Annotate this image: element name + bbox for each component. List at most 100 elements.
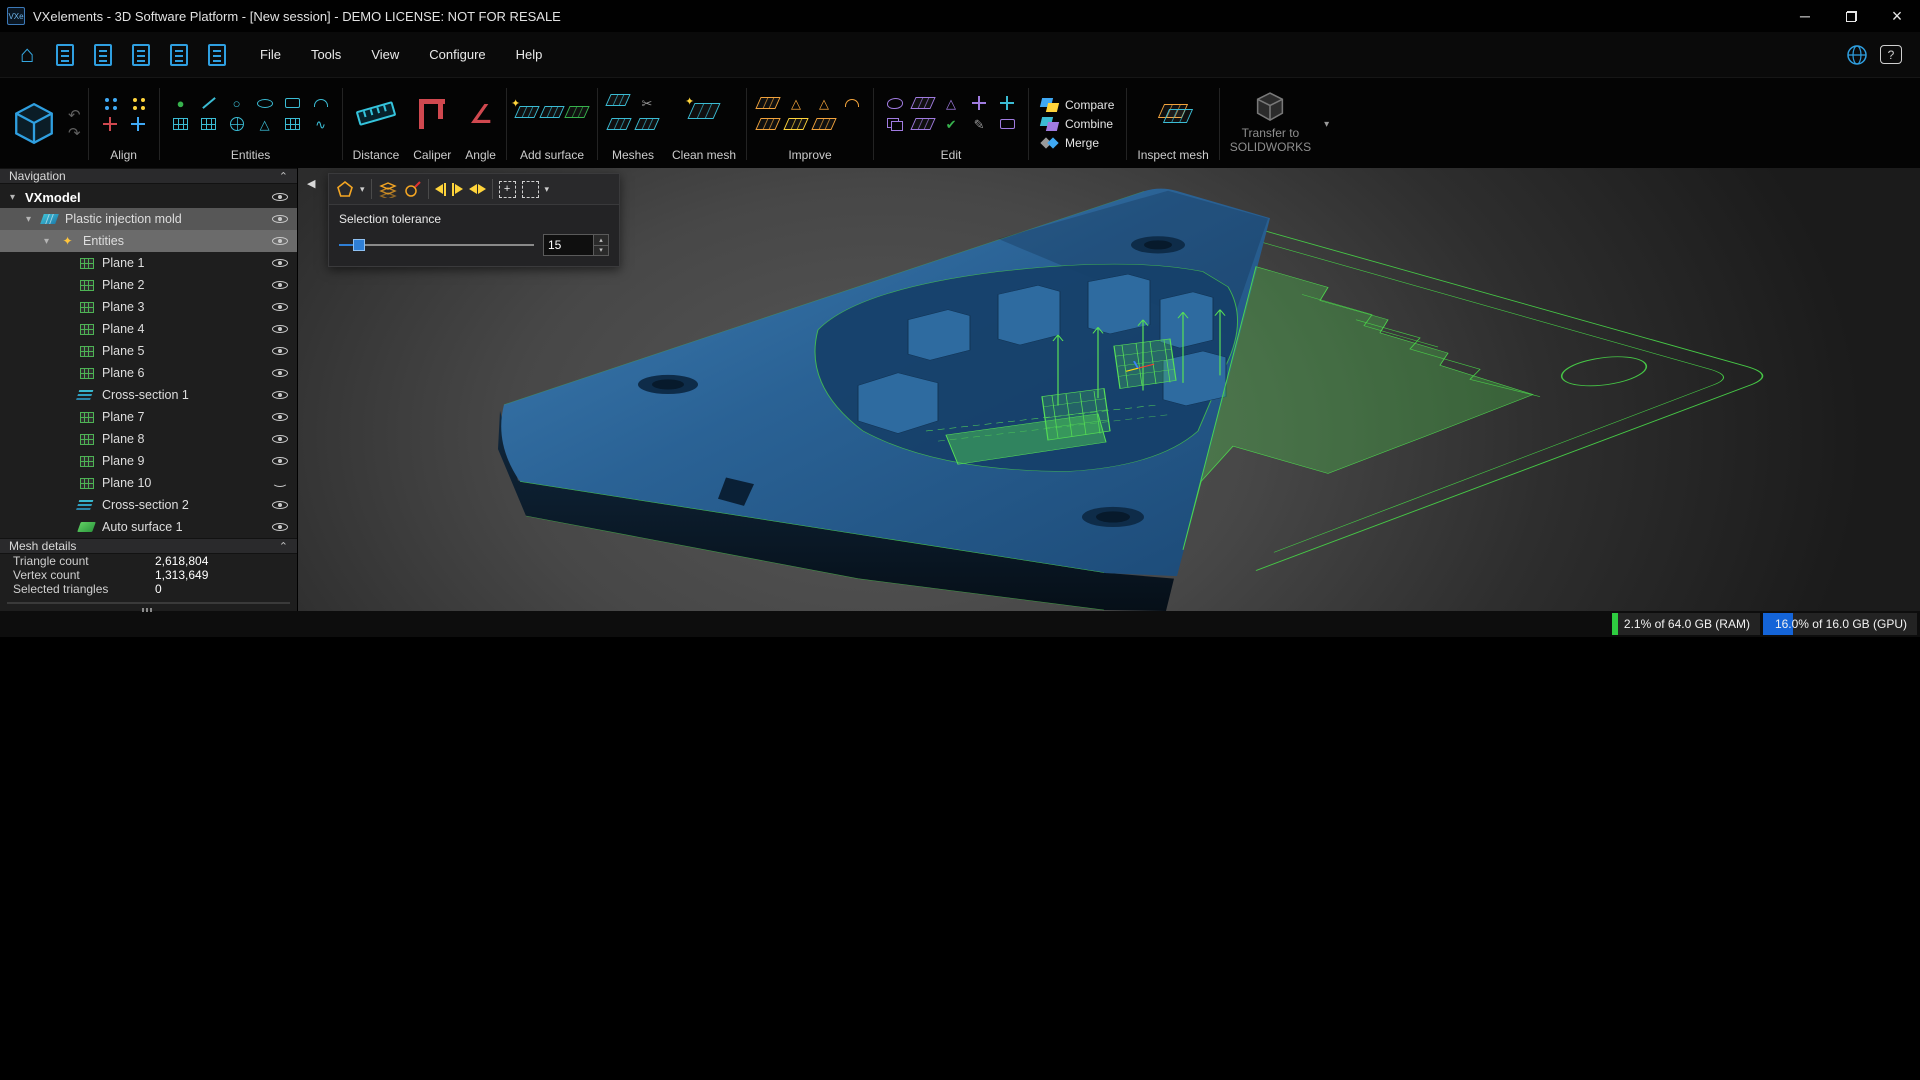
visibility-eye-icon[interactable]	[271, 344, 289, 358]
mesh-details-panel-header[interactable]: Mesh details ⌃	[0, 538, 297, 554]
tree-item-plane-1[interactable]: Plane 1	[0, 252, 297, 274]
point-entity-icon[interactable]: ●	[170, 94, 192, 112]
compare-button[interactable]: Compare	[1041, 98, 1114, 112]
visibility-eye-icon[interactable]	[271, 454, 289, 468]
new-session-button[interactable]	[48, 38, 82, 72]
toolbar-group-inspect-mesh[interactable]: Inspect mesh	[1130, 80, 1215, 168]
tree-item-plane-5[interactable]: Plane 5	[0, 340, 297, 362]
collapse-mesh-details-icon[interactable]: ⌃	[279, 540, 288, 553]
add-to-selection-icon[interactable]	[499, 181, 516, 198]
tree-item-plane-3[interactable]: Plane 3	[0, 296, 297, 318]
collapse-navigation-icon[interactable]: ⌃	[279, 170, 288, 183]
tree-item-plane-9[interactable]: Plane 9	[0, 450, 297, 472]
smooth-mesh-icon[interactable]	[757, 115, 779, 133]
collapse-sidebar-icon[interactable]: ◀	[307, 177, 315, 190]
visibility-eye-icon[interactable]	[271, 278, 289, 292]
visibility-eye-icon[interactable]	[271, 190, 289, 204]
save-session-as-button[interactable]	[162, 38, 196, 72]
selection-options-dropdown-icon[interactable]: ▾	[545, 184, 550, 195]
curve-entity-icon[interactable]: ∿	[310, 115, 332, 133]
visibility-eye-icon[interactable]	[271, 234, 289, 248]
plane-entity-icon[interactable]	[170, 115, 192, 133]
refine-icon[interactable]: △	[813, 94, 835, 112]
home-button[interactable]: ⌂	[10, 38, 44, 72]
flip-selection-left-icon[interactable]	[435, 183, 446, 196]
merge-button[interactable]: Merge	[1041, 136, 1114, 150]
save-session-button[interactable]	[124, 38, 158, 72]
expander-icon[interactable]: ▾	[44, 236, 59, 247]
help-bubble-icon[interactable]: ?	[1880, 45, 1902, 64]
tree-item-plane-4[interactable]: Plane 4	[0, 318, 297, 340]
align-best-fit-icon[interactable]	[99, 94, 121, 112]
tree-item-cross-section-2[interactable]: Cross-section 2	[0, 494, 297, 516]
vxmodel-module-button[interactable]	[4, 80, 64, 168]
tolerance-spin-down-icon[interactable]: ▾	[594, 245, 608, 256]
fill-holes-icon[interactable]	[757, 94, 779, 112]
visibility-eye-icon[interactable]	[271, 322, 289, 336]
navigation-panel-header[interactable]: Navigation ⌃	[0, 168, 297, 184]
menu-help[interactable]: Help	[516, 47, 543, 62]
menu-file[interactable]: File	[260, 47, 281, 62]
tree-item-cross-section-1[interactable]: Cross-section 1	[0, 384, 297, 406]
add-surface-green-icon[interactable]	[567, 105, 587, 123]
selection-tolerance-input[interactable]	[544, 235, 593, 255]
tree-item-plane-6[interactable]: Plane 6	[0, 362, 297, 384]
plane-edit-icon[interactable]	[996, 115, 1018, 133]
merge-mesh-icon[interactable]	[608, 115, 630, 133]
undo-icon[interactable]: ↶	[68, 108, 81, 123]
pencil-edit-icon[interactable]: ✎	[968, 115, 990, 133]
restore-button[interactable]	[1828, 0, 1874, 32]
visibility-eye-closed-icon[interactable]	[271, 476, 289, 490]
patch-edit-icon[interactable]	[912, 115, 934, 133]
tree-node-plastic-injection-mold[interactable]: ▾ Plastic injection mold	[0, 208, 297, 230]
expander-icon[interactable]: ▾	[26, 214, 41, 225]
tolerance-spin-up-icon[interactable]: ▴	[594, 235, 608, 245]
triangle-edit-icon[interactable]: △	[940, 94, 962, 112]
toolbar-group-angle[interactable]: ∠ Angle	[458, 80, 503, 168]
toolbar-group-clean-mesh[interactable]: ✦ Clean mesh	[665, 80, 743, 168]
viewport-3d[interactable]: ◀ ▾	[298, 168, 1920, 611]
rectangle-entity-icon[interactable]	[282, 94, 304, 112]
flip-selection-right-icon[interactable]	[452, 183, 463, 196]
visible-layers-selection-icon[interactable]	[378, 181, 398, 198]
validate-icon[interactable]: ✔	[940, 115, 962, 133]
sphere-entity-icon[interactable]	[226, 115, 248, 133]
align-edit-icon[interactable]	[996, 94, 1018, 112]
restore-session-button[interactable]	[200, 38, 234, 72]
visibility-eye-icon[interactable]	[271, 432, 289, 446]
defeature-icon[interactable]: △	[785, 94, 807, 112]
open-session-button[interactable]	[86, 38, 120, 72]
redo-icon[interactable]: ↷	[68, 126, 81, 141]
toolbar-group-caliper[interactable]: Caliper	[406, 80, 458, 168]
minimize-button[interactable]: ─	[1782, 0, 1828, 32]
tree-item-plane-7[interactable]: Plane 7	[0, 406, 297, 428]
menu-view[interactable]: View	[371, 47, 399, 62]
visibility-eye-icon[interactable]	[271, 410, 289, 424]
tree-node-entities[interactable]: ▾ ✦ Entities	[0, 230, 297, 252]
split-mesh-scissors-icon[interactable]: ✂	[636, 94, 658, 112]
close-button[interactable]: ×	[1874, 0, 1920, 32]
polygon-selection-icon[interactable]	[336, 180, 354, 198]
tree-item-plane-2[interactable]: Plane 2	[0, 274, 297, 296]
visibility-eye-icon[interactable]	[271, 366, 289, 380]
spray-selection-icon[interactable]	[404, 180, 422, 198]
menu-configure[interactable]: Configure	[429, 47, 485, 62]
globe-icon[interactable]	[1846, 44, 1868, 66]
tree-item-auto-surface-1[interactable]: Auto surface 1	[0, 516, 297, 538]
flip-selection-both-icon[interactable]	[469, 184, 486, 194]
combine-button[interactable]: Combine	[1041, 117, 1114, 131]
tree-item-plane-8[interactable]: Plane 8	[0, 428, 297, 450]
delete-mesh-icon[interactable]	[608, 94, 630, 112]
align-targets-icon[interactable]	[99, 115, 121, 133]
selection-tolerance-slider[interactable]	[339, 238, 534, 252]
slider-handle[interactable]	[353, 239, 365, 251]
duplicate-icon[interactable]	[884, 115, 906, 133]
add-surface-icon[interactable]	[542, 105, 562, 123]
extract-mesh-icon[interactable]	[636, 115, 658, 133]
visibility-eye-icon[interactable]	[271, 300, 289, 314]
circle-entity-icon[interactable]: ○	[226, 94, 248, 112]
slot-entity-icon[interactable]	[282, 115, 304, 133]
expander-icon[interactable]: ▾	[10, 192, 25, 203]
sidebar-scrollbar[interactable]	[7, 602, 290, 604]
toolbar-group-distance[interactable]: Distance	[346, 80, 407, 168]
